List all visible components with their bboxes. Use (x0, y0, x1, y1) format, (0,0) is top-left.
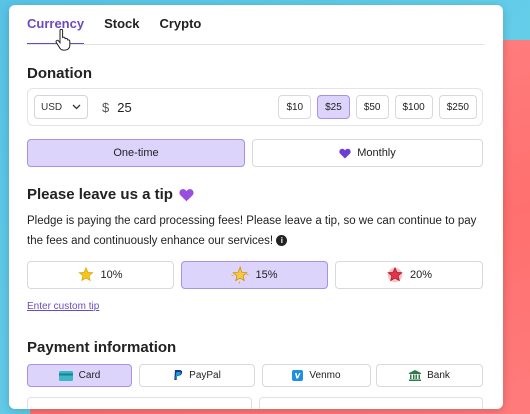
tip-description-text: Pledge is paying the card processing fee… (27, 215, 477, 247)
partial-field[interactable] (27, 397, 252, 409)
enter-custom-tip-link[interactable]: Enter custom tip (27, 301, 99, 312)
tab-divider (27, 44, 485, 45)
glowing-star-icon (231, 266, 250, 284)
preset-50-button[interactable]: $50 (355, 95, 389, 119)
chevron-down-icon (72, 104, 81, 110)
payment-title: Payment information (27, 339, 177, 356)
tip-section-header: Please leave us a tip (27, 186, 194, 203)
pay-paypal-button[interactable]: PayPal (139, 364, 255, 387)
tip-description: Pledge is paying the card processing fee… (27, 211, 487, 251)
tab-crypto[interactable]: Crypto (159, 16, 201, 45)
star-icon (78, 267, 95, 282)
pay-paypal-label: PayPal (189, 370, 221, 381)
preset-250-button[interactable]: $250 (438, 95, 477, 119)
paypal-icon (174, 370, 183, 380)
pay-venmo-label: Venmo (309, 370, 341, 381)
currency-value: USD (41, 101, 63, 113)
preset-25-button[interactable]: $25 (317, 95, 350, 119)
donation-amount-box: USD $ $10 $25 $50 $100 $250 (27, 88, 483, 126)
one-time-label: One-time (113, 147, 159, 159)
tip-20-label: 20% (409, 269, 433, 281)
tip-20-button[interactable]: 20% (335, 261, 483, 289)
amount-input[interactable] (117, 99, 178, 115)
donation-card: Currency Stock Crypto Donation USD $ $10… (9, 5, 503, 409)
one-time-button[interactable]: One-time (27, 139, 245, 167)
pay-card-label: Card (78, 370, 101, 381)
info-icon[interactable]: i (276, 235, 288, 247)
purple-heart-icon (179, 188, 194, 201)
sparkle-star-icon (387, 266, 403, 283)
donation-title: Donation (27, 65, 92, 82)
hand-cursor-icon (55, 29, 71, 51)
tip-10-button[interactable]: 10% (27, 261, 174, 289)
preset-amounts: $10 $25 $50 $100 $250 (278, 95, 477, 119)
venmo-icon (292, 370, 304, 381)
pay-bank-button[interactable]: Bank (376, 364, 483, 387)
payment-fields-partial (27, 397, 483, 409)
tip-15-label: 15% (255, 269, 278, 281)
tab-stock[interactable]: Stock (104, 16, 139, 45)
currency-select[interactable]: USD (34, 95, 88, 119)
tip-10-label: 10% (100, 269, 123, 281)
pay-venmo-button[interactable]: Venmo (262, 364, 371, 387)
partial-field[interactable] (258, 397, 483, 409)
tip-15-button[interactable]: 15% (181, 261, 328, 289)
heart-icon (339, 148, 351, 158)
tip-title: Please leave us a tip (27, 186, 173, 203)
monthly-button[interactable]: Monthly (252, 139, 483, 167)
tab-bar: Currency Stock Crypto (27, 16, 201, 45)
bank-icon (409, 370, 422, 381)
preset-100-button[interactable]: $100 (394, 95, 433, 119)
credit-card-icon (58, 370, 73, 381)
preset-10-button[interactable]: $10 (278, 95, 312, 119)
pay-card-button[interactable]: Card (27, 364, 132, 387)
pay-bank-label: Bank (427, 370, 450, 381)
currency-symbol: $ (102, 99, 110, 115)
monthly-label: Monthly (357, 147, 396, 159)
